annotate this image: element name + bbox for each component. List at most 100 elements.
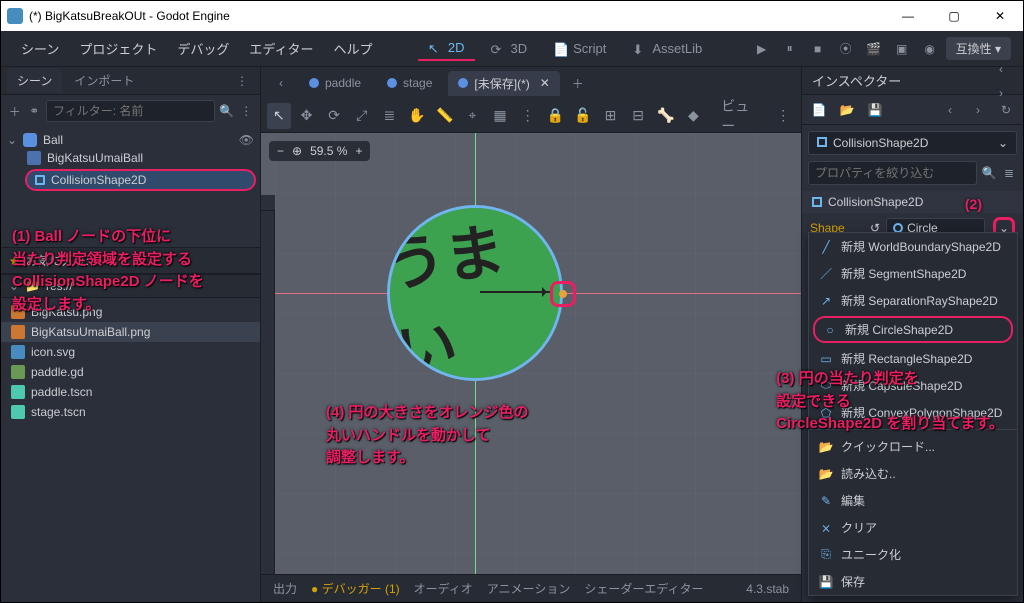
unlock-button[interactable]: 🔓 — [571, 103, 595, 129]
tree-node-sprite[interactable]: BigKatsuUmaiBall — [7, 149, 254, 167]
res-header[interactable]: ⌄ 📁 res:// — [1, 274, 260, 298]
menu-new-segment[interactable]: ／新規 SegmentShape2D — [809, 260, 1017, 287]
play-custom-button[interactable]: ▣ — [890, 37, 914, 61]
group-button[interactable]: ⊞ — [599, 103, 623, 129]
grid-snap-button[interactable]: ▦ — [488, 103, 512, 129]
ruler-tool[interactable]: 📏 — [433, 103, 457, 129]
movie-button[interactable]: ◉ — [918, 37, 942, 61]
file-item[interactable]: paddle.gd — [1, 362, 260, 382]
menu-new-separationray[interactable]: ↗新規 SeparationRayShape2D — [809, 287, 1017, 314]
search-icon[interactable]: 🔍 — [219, 99, 235, 123]
zoom-out-button[interactable]: − — [277, 144, 284, 158]
scene-filter-input[interactable] — [46, 100, 215, 122]
tab-close-icon[interactable]: ✕ — [540, 76, 550, 90]
menu-clear[interactable]: ⨯クリア — [809, 514, 1017, 541]
smart-snap-button[interactable]: ⌖ — [460, 103, 484, 129]
menu-load[interactable]: 📂読み込む.. — [809, 460, 1017, 487]
menu-new-rectangle[interactable]: ▭新規 RectangleShape2D — [809, 345, 1017, 372]
collapse-icon[interactable]: ⌄ — [7, 133, 17, 147]
new-resource-button[interactable]: 📄 — [808, 99, 830, 121]
menu-new-capsule[interactable]: ⬭新規 CapsuleShape2D — [809, 372, 1017, 399]
anim-key-button[interactable]: ◆ — [682, 103, 706, 129]
dock-options-icon[interactable]: ⋮ — [230, 69, 254, 93]
save-resource-button[interactable]: 💾 — [864, 99, 886, 121]
menu-editor[interactable]: エディター — [241, 35, 321, 62]
lock-button[interactable]: 🔒 — [543, 103, 567, 129]
bottom-shader[interactable]: シェーダーエディター — [584, 580, 703, 597]
search-icon[interactable]: 🔍 — [981, 161, 997, 185]
snap-options-button[interactable]: ⋮ — [516, 103, 540, 129]
minimize-button[interactable]: — — [885, 1, 931, 31]
history-button[interactable]: ↻ — [995, 99, 1017, 121]
open-resource-button[interactable]: 📂 — [836, 99, 858, 121]
more-icon[interactable]: ⋮ — [239, 99, 255, 123]
remote-play-button[interactable]: ⦿ — [834, 37, 858, 61]
file-item[interactable]: icon.svg — [1, 342, 260, 362]
menu-new-convex[interactable]: ⬠新規 ConvexPolygonShape2D — [809, 399, 1017, 426]
menu-new-worldboundary[interactable]: ╱新規 WorldBoundaryShape2D — [809, 233, 1017, 260]
view-menu[interactable]: ビュー — [713, 103, 767, 129]
menu-project[interactable]: プロジェクト — [71, 35, 165, 62]
stop-button[interactable]: ■ — [806, 37, 830, 61]
menu-quickload[interactable]: 📂クイックロード... — [809, 433, 1017, 460]
menu-scene[interactable]: シーン — [13, 35, 67, 62]
scene-tab[interactable]: paddle — [299, 72, 371, 94]
ungroup-button[interactable]: ⊟ — [626, 103, 650, 129]
ball-sprite[interactable]: うまい — [390, 208, 560, 378]
menu-unique[interactable]: ⎘ユニーク化 — [809, 541, 1017, 568]
class-header[interactable]: CollisionShape2D — [802, 191, 1023, 213]
inspector-prev-icon[interactable]: ‹ — [989, 57, 1013, 81]
add-node-button[interactable]: ＋ — [7, 99, 23, 123]
dock-tab-import[interactable]: インポート — [64, 68, 144, 93]
file-item[interactable]: BigKatsuUmaiBall.png — [1, 322, 260, 342]
radius-handle[interactable] — [550, 281, 576, 307]
scene-tab[interactable]: stage — [377, 72, 442, 94]
viewport-options-icon[interactable]: ⋮ — [771, 103, 795, 129]
history-next-button[interactable]: › — [967, 99, 989, 121]
scale-tool[interactable]: ⤢ — [350, 103, 374, 129]
file-item[interactable]: stage.tscn — [1, 402, 260, 422]
play-scene-button[interactable]: 🎬 — [862, 37, 886, 61]
viewport-2d[interactable]: 500 うまい − ⊕ 59.5 % + — [261, 133, 801, 574]
new-scene-button[interactable]: ＋ — [566, 71, 590, 95]
move-tool[interactable]: ✥ — [295, 103, 319, 129]
bottom-debugger[interactable]: ● デバッガー (1) — [311, 580, 400, 597]
select-tool[interactable]: ↖ — [267, 103, 291, 129]
close-button[interactable]: ✕ — [977, 1, 1023, 31]
menu-save[interactable]: 💾保存 — [809, 568, 1017, 595]
bottom-animation[interactable]: アニメーション — [487, 580, 571, 597]
maximize-button[interactable]: ▢ — [931, 1, 977, 31]
bottom-audio[interactable]: オーディオ — [414, 580, 473, 597]
file-item[interactable]: paddle.tscn — [1, 382, 260, 402]
inspector-filter-input[interactable] — [808, 161, 977, 185]
workspace-assetlib[interactable]: ⬇AssetLib — [622, 36, 712, 61]
filter-options-icon[interactable]: ≣ — [1001, 161, 1017, 185]
visibility-icon[interactable]: 👁 — [239, 133, 254, 147]
play-button[interactable]: ▶ — [750, 37, 774, 61]
menu-debug[interactable]: デバッグ — [169, 35, 237, 62]
rotate-tool[interactable]: ⟳ — [322, 103, 346, 129]
menu-new-circle[interactable]: ○新規 CircleShape2D — [813, 316, 1013, 343]
pan-tool[interactable]: ✋ — [405, 103, 429, 129]
bone-button[interactable]: 🦴 — [654, 103, 678, 129]
bottom-output[interactable]: 出力 — [273, 580, 297, 597]
scene-tab[interactable]: [未保存](*)✕ — [448, 71, 559, 96]
menu-edit[interactable]: ✎編集 — [809, 487, 1017, 514]
file-item[interactable]: BigKatsu.png — [1, 302, 260, 322]
workspace-3d[interactable]: ⟳3D — [481, 36, 538, 61]
workspace-2d[interactable]: ↖2D — [418, 36, 475, 61]
pause-button[interactable]: ⏸ — [778, 37, 802, 61]
dock-tab-scene[interactable]: シーン — [7, 68, 62, 93]
menu-help[interactable]: ヘルプ — [325, 35, 380, 62]
prev-scene-button[interactable]: ‹ — [269, 71, 293, 95]
history-prev-button[interactable]: ‹ — [939, 99, 961, 121]
list-tool[interactable]: ≣ — [378, 103, 402, 129]
workspace-script[interactable]: 📄Script — [543, 36, 616, 61]
tree-node-collisionshape[interactable]: CollisionShape2D — [25, 169, 256, 191]
zoom-indicator[interactable]: − ⊕ 59.5 % + — [269, 141, 370, 161]
collapse-icon[interactable]: ⌄ — [9, 279, 19, 293]
inspector-node-chip[interactable]: CollisionShape2D ⌄ — [808, 131, 1017, 155]
zoom-in-button[interactable]: + — [355, 144, 362, 158]
zoom-reset-button[interactable]: ⊕ — [292, 144, 302, 158]
tree-node-ball[interactable]: ⌄ Ball 👁 — [7, 131, 254, 149]
